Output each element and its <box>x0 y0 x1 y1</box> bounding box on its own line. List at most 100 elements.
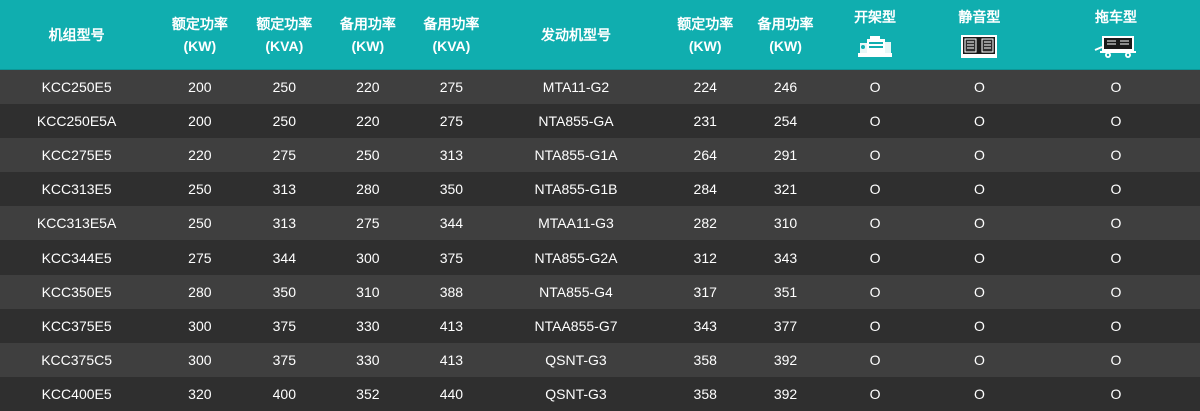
table-cell: 313 <box>272 215 296 232</box>
table-row: KCC313E5A 250 313 275 344 MTAA11-G3 282 310 O O O <box>0 206 1200 241</box>
header-label: 备用功率 <box>757 15 814 32</box>
table-cell: O <box>973 283 985 300</box>
table-cell: KCC250E5 <box>41 79 112 96</box>
table-cell: O <box>869 181 881 198</box>
table-cell: 220 <box>188 147 212 164</box>
table-cell: 220 <box>356 79 380 96</box>
table-cell: 358 <box>693 385 717 402</box>
header-unit: (KW) <box>183 37 217 54</box>
header-engine-standby-power-kw: 备用功率 (KW) <box>748 0 824 69</box>
table-cell: 317 <box>693 283 717 300</box>
header-label: 备用功率 <box>423 15 480 32</box>
table-cell: 220 <box>356 113 380 130</box>
table-cell: 300 <box>188 317 212 334</box>
table-cell: O <box>1110 147 1122 164</box>
table-cell: 224 <box>693 79 717 96</box>
table-cell: 413 <box>439 351 464 368</box>
table-cell: KCC313E5 <box>41 181 112 198</box>
table-cell: O <box>869 283 881 300</box>
table-row: KCC344E5 275 344 300 375 NTA855-G2A 312 343 O O O <box>0 240 1200 275</box>
header-unit: (KW) <box>351 37 385 54</box>
table-cell: O <box>973 113 985 130</box>
table-cell: KCC375E5 <box>41 317 112 334</box>
table-cell: NTA855-G4 <box>539 283 613 300</box>
header-unit: (KW) <box>688 37 722 54</box>
table-cell: 200 <box>188 79 212 96</box>
table-cell: 312 <box>693 249 717 266</box>
header-engine-model: 发动机型号 <box>489 0 663 69</box>
table-cell: 280 <box>188 283 212 300</box>
table-cell: O <box>1110 283 1122 300</box>
table-cell: NTA855-GA <box>538 113 614 130</box>
table-cell: 280 <box>356 181 380 198</box>
table-row: KCC275E5 220 275 250 313 NTA855-G1A 264 291 O O O <box>0 138 1200 173</box>
table-cell: NTA855-G1A <box>534 147 618 164</box>
table-cell: 264 <box>693 147 717 164</box>
table-cell: 246 <box>773 79 798 96</box>
table-cell: 350 <box>272 283 296 300</box>
table-cell: 282 <box>693 215 717 232</box>
table-cell: 413 <box>439 317 464 334</box>
header-unit: (KVA) <box>432 37 471 54</box>
header-label: 备用功率 <box>339 15 396 32</box>
header-label: 机组型号 <box>48 26 105 43</box>
header-open-frame: 开架型 <box>823 0 926 69</box>
table-cell: KCC350E5 <box>41 283 112 300</box>
table-cell: MTA11-G2 <box>542 79 610 96</box>
table-cell: 400 <box>272 385 296 402</box>
table-cell: O <box>869 215 881 232</box>
table-cell: 275 <box>356 215 380 232</box>
table-cell: 358 <box>693 351 717 368</box>
table-cell: 310 <box>356 283 380 300</box>
table-row: KCC313E5 250 313 280 350 NTA855-G1B 284 321 O O O <box>0 172 1200 207</box>
header-label: 静音型 <box>958 9 1001 25</box>
table-cell: O <box>869 79 881 96</box>
header-label: 额定功率 <box>677 15 734 32</box>
table-cell: 254 <box>773 113 798 130</box>
table-cell: O <box>869 317 881 334</box>
table-cell: 275 <box>439 79 464 96</box>
table-cell: 375 <box>272 351 296 368</box>
table-cell: QSNT-G3 <box>545 385 607 402</box>
table-cell: 250 <box>188 215 212 232</box>
header-unit: (KW) <box>769 37 802 54</box>
header-unit: (KVA) <box>265 37 304 54</box>
table-cell: O <box>1110 385 1122 402</box>
generator-spec-table: 机组型号 额定功率 (KW) 额定功率 (KVA) 备用功率 (KW) 备用功率… <box>0 0 1200 411</box>
table-cell: 275 <box>188 249 212 266</box>
table-cell: O <box>1110 351 1122 368</box>
table-cell: QSNT-G3 <box>545 351 607 368</box>
table-row: KCC400E5 320 400 352 440 QSNT-G3 358 392 O O O <box>0 376 1200 411</box>
header-unit-model: 机组型号 <box>0 0 153 69</box>
table-cell: 300 <box>188 351 212 368</box>
table-row: KCC375E5 300 375 330 413 NTAA855-G7 343 377 O O O <box>0 308 1200 343</box>
table-cell: 313 <box>439 147 464 164</box>
table-cell: O <box>1110 249 1122 266</box>
table-cell: O <box>973 317 985 334</box>
table-cell: 344 <box>439 215 464 232</box>
table-cell: 250 <box>272 113 296 130</box>
table-cell: O <box>1110 113 1122 130</box>
table-cell: KCC344E5 <box>41 249 112 266</box>
table-cell: 344 <box>272 249 296 266</box>
table-header: 机组型号 额定功率 (KW) 额定功率 (KVA) 备用功率 (KW) 备用功率… <box>0 0 1200 70</box>
header-label: 额定功率 <box>256 15 313 32</box>
table-cell: O <box>869 351 881 368</box>
table-body: KCC250E5 200 250 220 275 MTA11-G2 224 246 O O O KCC… <box>0 70 1200 411</box>
header-silent: 静音型 <box>927 0 1032 69</box>
table-cell: 291 <box>773 147 798 164</box>
table-cell: KCC400E5 <box>41 385 112 402</box>
table-cell: 351 <box>773 283 798 300</box>
table-cell: 284 <box>693 181 717 198</box>
table-cell: 343 <box>773 249 798 266</box>
silent-generator-icon <box>959 32 999 60</box>
table-cell: O <box>869 385 881 402</box>
table-cell: 330 <box>356 317 380 334</box>
table-cell: MTAA11-G3 <box>538 215 614 232</box>
table-cell: NTA855-G2A <box>534 249 618 266</box>
table-cell: 352 <box>356 385 380 402</box>
table-cell: O <box>973 351 985 368</box>
table-cell: O <box>869 147 881 164</box>
table-cell: 275 <box>272 147 296 164</box>
table-cell: 388 <box>439 283 464 300</box>
